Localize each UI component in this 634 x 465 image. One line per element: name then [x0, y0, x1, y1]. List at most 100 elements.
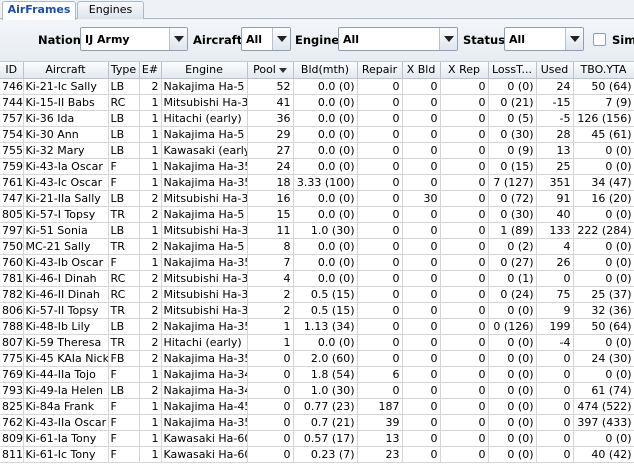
col-header-tbo-yta[interactable]: TBO.YTA — [573, 62, 634, 79]
cell-loss: 0 (0) — [488, 78, 537, 95]
col-header-x-bld[interactable]: X Bld — [402, 62, 441, 79]
cell-engine-count: 1 — [139, 430, 162, 447]
cell-id: 744 — [0, 94, 24, 111]
cell-loss: 0 (15) — [488, 158, 537, 175]
chevron-down-icon[interactable] — [169, 28, 187, 50]
cell-build: 1.0 (30) — [293, 222, 358, 239]
col-header-type[interactable]: Type — [108, 62, 140, 79]
cell-engine: Nakajima Ha-5 — [161, 126, 248, 143]
chevron-down-icon[interactable] — [272, 28, 290, 50]
table-row[interactable]: 805 Ki-57-I Topsy TR 2 Nakajima Ha-5 15 0.0 (0… — [0, 206, 634, 223]
cell-used: -15 — [536, 94, 574, 111]
cell-tbo-yta: 222 (284) — [573, 222, 634, 239]
col-header-repair[interactable]: Repair — [357, 62, 403, 79]
col-header-used[interactable]: Used — [536, 62, 574, 79]
table-row[interactable]: 750 MC-21 Sally TR 2 Nakajima Ha-5 8 0.0 (0) 0 0… — [0, 238, 634, 255]
cell-type: TR — [108, 302, 140, 319]
cell-engine: Mitsubishi Ha-31 — [161, 222, 248, 239]
cell-build: 1.0 (30) — [293, 382, 358, 399]
table-row[interactable]: 762 Ki-43-IIa Oscar F 1 Nakajima Ha-35 0 0.7 (… — [0, 414, 634, 431]
table-row[interactable]: 754 Ki-30 Ann LB 1 Nakajima Ha-5 29 0.0 (0) 0 0 0… — [0, 126, 634, 143]
table-row[interactable]: 760 Ki-43-Ib Oscar F 1 Nakajima Ha-35 7 0.0 (0… — [0, 254, 634, 271]
cell-used: 0 — [536, 398, 574, 415]
cell-pool: 15 — [247, 206, 294, 223]
table-row[interactable]: 807 Ki-59 Theresa TR 2 Hitachi (early) 1 0.0 (… — [0, 334, 634, 351]
cell-engine-count: 2 — [139, 270, 162, 287]
cell-repair: 0 — [357, 286, 403, 303]
engine-select[interactable]: All — [338, 27, 458, 51]
aircraft-select[interactable]: All — [241, 27, 291, 51]
nation-select-value: IJ Army — [85, 33, 130, 46]
cell-engine-count: 1 — [139, 174, 162, 191]
cell-x-bld: 0 — [402, 334, 441, 351]
table-row[interactable]: 797 Ki-51 Sonia LB 1 Mitsubishi Ha-31 11 1.0 (… — [0, 222, 634, 239]
table-row[interactable]: 775 Ki-45 KAIa Nick FB 2 Nakajima Ha-35 0 2.0 … — [0, 350, 634, 367]
cell-pool: 0 — [247, 430, 294, 447]
cell-type: F — [108, 414, 140, 431]
cell-loss: 0 (0) — [488, 446, 537, 463]
col-header-engine-count[interactable]: E# — [139, 62, 162, 79]
table-row[interactable]: 811 Ki-61-Ic Tony F 1 Kawasaki Ha-60 0 0.23 (7… — [0, 446, 634, 463]
table-row[interactable]: 757 Ki-36 Ida LB 1 Hitachi (early) 36 0.0 (0) 0… — [0, 110, 634, 127]
cell-loss: 0 (126) — [488, 318, 537, 335]
col-header-aircraft[interactable]: Aircraft — [23, 62, 109, 79]
table-row[interactable]: 806 Ki-57-II Topsy TR 2 Mitsubishi Ha-31 2 0.5… — [0, 302, 634, 319]
col-header-id[interactable]: ID — [0, 62, 24, 79]
cell-tbo-yta: 0 (0) — [573, 142, 634, 159]
table-row[interactable]: 744 Ki-15-II Babs RC 1 Mitsubishi Ha-31 41 0.0… — [0, 94, 634, 111]
table-row[interactable]: 825 Ki-84a Frank F 1 Nakajima Ha-45 0 0.77 (23… — [0, 398, 634, 415]
col-header-pool[interactable]: Pool — [247, 62, 294, 79]
cell-used: 0 — [536, 382, 574, 399]
cell-engine: Hitachi (early) — [161, 110, 248, 127]
cell-build: 1.13 (34) — [293, 318, 358, 335]
cell-aircraft: Ki-57-I Topsy — [23, 206, 109, 223]
tab-engines[interactable]: Engines — [77, 1, 144, 19]
cell-repair: 0 — [357, 302, 403, 319]
col-header-loss[interactable]: LossT... — [488, 62, 537, 79]
cell-id: 755 — [0, 142, 24, 159]
cell-pool: 2 — [247, 302, 294, 319]
sim-checkbox[interactable] — [593, 33, 606, 46]
cell-pool: 36 — [247, 110, 294, 127]
table-row[interactable]: 782 Ki-46-II Dinah RC 2 Mitsubishi Ha-31 2 0.5… — [0, 286, 634, 303]
table-row[interactable]: 761 Ki-43-Ic Oscar F 1 Nakajima Ha-35 18 3.33 … — [0, 174, 634, 191]
col-header-pool-label: Pool — [253, 63, 276, 77]
cell-engine: Kawasaki (early) — [161, 142, 248, 159]
cell-tbo-yta: 0 (0) — [573, 334, 634, 351]
cell-id: 806 — [0, 302, 24, 319]
table-row[interactable]: 746 Ki-21-Ic Sally LB 2 Nakajima Ha-5 52 0.0 (… — [0, 78, 634, 95]
cell-type: LB — [108, 126, 140, 143]
table-row[interactable]: 747 Ki-21-IIa Sally LB 2 Mitsubishi Ha-32 16 0… — [0, 190, 634, 207]
col-header-build[interactable]: Bld(mth) — [293, 62, 358, 79]
cell-type: RC — [108, 286, 140, 303]
table-row[interactable]: 809 Ki-61-Ia Tony F 1 Kawasaki Ha-60 0 0.57 (1… — [0, 430, 634, 447]
table-row[interactable]: 788 Ki-48-Ib Lily LB 2 Nakajima Ha-35 1 1.13 (… — [0, 318, 634, 335]
cell-id: 782 — [0, 286, 24, 303]
cell-used: 40 — [536, 206, 574, 223]
cell-engine: Mitsubishi Ha-32 — [161, 190, 248, 207]
chevron-down-icon[interactable] — [565, 28, 583, 50]
cell-aircraft: Ki-45 KAIa Nick — [23, 350, 109, 367]
cell-used: 28 — [536, 126, 574, 143]
cell-id: 825 — [0, 398, 24, 415]
table-row[interactable]: 781 Ki-46-I Dinah RC 2 Mitsubishi Ha-31 4 0.0 … — [0, 270, 634, 287]
cell-repair: 13 — [357, 430, 403, 447]
chevron-down-icon[interactable] — [439, 28, 457, 50]
cell-engine: Nakajima Ha-35 — [161, 318, 248, 335]
cell-pool: 0 — [247, 446, 294, 463]
cell-repair: 0 — [357, 238, 403, 255]
table-row[interactable]: 759 Ki-43-Ia Oscar F 1 Nakajima Ha-35 24 0.0 (… — [0, 158, 634, 175]
cell-id: 760 — [0, 254, 24, 271]
table-row[interactable]: 769 Ki-44-IIa Tojo F 1 Nakajima Ha-34 0 1.8 (5… — [0, 366, 634, 383]
col-header-engine[interactable]: Engine — [161, 62, 248, 79]
table-row[interactable]: 755 Ki-32 Mary LB 1 Kawasaki (early) 27 0.0 (0… — [0, 142, 634, 159]
table-row[interactable]: 793 Ki-49-Ia Helen LB 2 Nakajima Ha-34 0 1.0 (… — [0, 382, 634, 399]
col-header-x-rep[interactable]: X Rep — [440, 62, 489, 79]
cell-engine-count: 2 — [139, 302, 162, 319]
nation-select[interactable]: IJ Army — [80, 27, 188, 51]
cell-used: 0 — [536, 446, 574, 463]
cell-tbo-yta: 61 (74) — [573, 382, 634, 399]
cell-engine: Nakajima Ha-34 — [161, 382, 248, 399]
tab-airframes[interactable]: AirFrames — [2, 1, 76, 20]
status-select[interactable]: All — [504, 27, 584, 51]
